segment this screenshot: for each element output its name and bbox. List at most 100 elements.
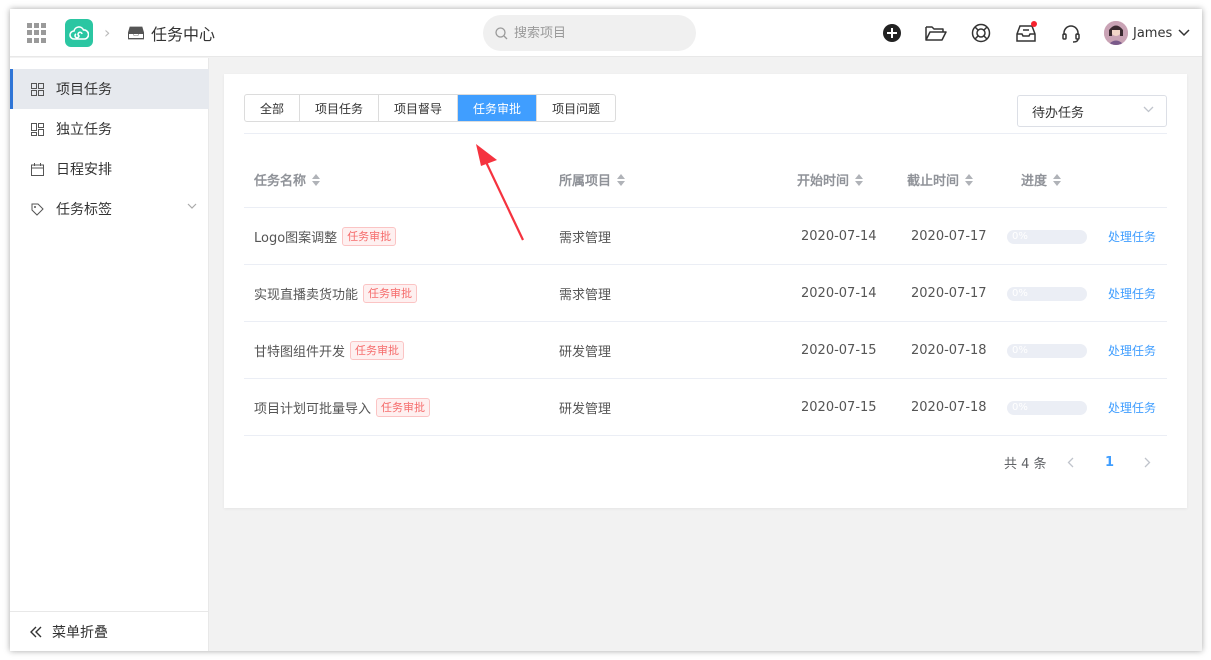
sidebar-item-independent-tasks[interactable]: 独立任务 (10, 109, 209, 149)
end-date: 2020-07-18 (911, 343, 987, 358)
handle-task-link[interactable]: 处理任务 (1108, 285, 1156, 302)
app-window: › 任务中心 James (10, 9, 1202, 651)
avatar (1104, 21, 1128, 45)
search-input[interactable] (514, 25, 674, 41)
search-icon (495, 26, 508, 39)
handle-task-link[interactable]: 处理任务 (1108, 342, 1156, 359)
search-box[interactable] (483, 15, 696, 51)
status-badge: 任务审批 (350, 341, 405, 360)
project-name: 需求管理 (559, 231, 612, 246)
page-number[interactable]: 1 (1105, 450, 1114, 474)
table-row[interactable]: 甘特图组件开发 任务审批 研发管理 2020-07-15 2020-07-18 0… (244, 322, 1167, 379)
start-date: 2020-07-15 (801, 343, 877, 358)
column-header-task-name[interactable]: 任务名称 (254, 170, 321, 189)
sort-icon[interactable] (965, 173, 974, 186)
sort-icon[interactable] (855, 173, 864, 186)
column-header-progress[interactable]: 进度 (1021, 170, 1062, 189)
task-name: 甘特图组件开发 (254, 345, 346, 360)
progress-bar: 0% (1007, 229, 1087, 244)
progress-bar: 0% (1007, 286, 1087, 301)
breadcrumb-chevron-icon: › (104, 23, 111, 42)
column-header-label: 所属项目 (559, 174, 612, 189)
menu-collapse-button[interactable]: 菜单折叠 (10, 611, 209, 651)
task-filter-select[interactable]: 待办任务 (1017, 95, 1167, 127)
task-tabs: 全部 项目任务 项目督导 任务审批 项目问题 (244, 94, 617, 122)
task-name: 项目计划可批量导入 (254, 402, 372, 417)
start-date: 2020-07-14 (801, 286, 877, 301)
column-header-start-time[interactable]: 开始时间 (797, 170, 864, 189)
chevron-right-icon (1144, 457, 1150, 467)
tab-project-tasks[interactable]: 项目任务 (300, 95, 380, 121)
calendar-icon (30, 162, 44, 176)
sort-icon[interactable] (617, 173, 626, 186)
grid-icon (30, 82, 44, 96)
status-badge: 任务审批 (376, 398, 431, 417)
tab-project-issues[interactable]: 项目问题 (537, 95, 615, 121)
end-date: 2020-07-17 (911, 286, 987, 301)
end-date: 2020-07-18 (911, 400, 987, 415)
table-row[interactable]: 实现直播卖货功能 任务审批 需求管理 2020-07-14 2020-07-17 … (244, 265, 1167, 322)
column-header-label: 任务名称 (254, 174, 307, 189)
breadcrumb-title: 任务中心 (151, 25, 216, 44)
handle-task-link[interactable]: 处理任务 (1108, 399, 1156, 416)
top-header: › 任务中心 James (10, 9, 1202, 57)
chevron-down-icon (1143, 106, 1154, 113)
task-filter-value: 待办任务 (1032, 105, 1085, 121)
prev-page-button[interactable] (1060, 450, 1080, 474)
inbox-icon (127, 25, 145, 44)
task-name: Logo图案调整 (254, 231, 338, 246)
sort-icon[interactable] (312, 173, 321, 186)
project-name: 研发管理 (559, 402, 612, 417)
tab-divider (244, 133, 1167, 134)
pagination-total: 共 4 条 (1004, 456, 1047, 472)
progress-bar: 0% (1007, 343, 1087, 358)
column-header-label: 开始时间 (797, 174, 850, 189)
tab-all[interactable]: 全部 (245, 95, 301, 121)
table-row[interactable]: 项目计划可批量导入 任务审批 研发管理 2020-07-15 2020-07-18… (244, 379, 1167, 436)
tag-icon (30, 202, 44, 216)
project-name: 研发管理 (559, 345, 612, 360)
column-header-label: 进度 (1021, 174, 1048, 189)
handle-task-link[interactable]: 处理任务 (1108, 228, 1156, 245)
inbox-notification-icon[interactable] (1015, 21, 1037, 44)
chevron-down-icon (1178, 29, 1190, 37)
chevron-down-icon (187, 203, 197, 209)
column-header-project[interactable]: 所属项目 (559, 170, 626, 189)
sidebar-item-label: 项目任务 (56, 82, 112, 98)
sidebar-item-schedule[interactable]: 日程安排 (10, 149, 209, 189)
tab-project-supervision[interactable]: 项目督导 (379, 95, 459, 121)
column-header-end-time[interactable]: 截止时间 (907, 170, 974, 189)
headset-icon[interactable] (1060, 22, 1082, 44)
user-menu[interactable]: James (1104, 21, 1190, 45)
cloud-logo-icon[interactable] (65, 19, 93, 47)
table-row[interactable]: Logo图案调整 任务审批 需求管理 2020-07-14 2020-07-17 … (244, 208, 1167, 265)
app-grid-icon[interactable] (27, 23, 47, 43)
folder-open-icon[interactable] (925, 22, 947, 44)
progress-bar: 0% (1007, 400, 1087, 415)
sidebar-item-label: 日程安排 (56, 162, 112, 178)
sort-icon[interactable] (1053, 173, 1062, 186)
chevron-left-icon (1067, 457, 1073, 467)
notification-dot (1031, 21, 1037, 27)
user-name: James (1133, 25, 1173, 41)
sidebar-item-task-tags[interactable]: 任务标签 (10, 189, 209, 229)
double-chevron-left-icon (30, 626, 42, 637)
start-date: 2020-07-15 (801, 400, 877, 415)
add-circle-icon[interactable] (881, 22, 903, 44)
sidebar: 项目任务 独立任务 日程安排 任务标签 菜单折叠 (10, 58, 209, 651)
next-page-button[interactable] (1137, 450, 1157, 474)
task-card: 全部 项目任务 项目督导 任务审批 项目问题 待办任务 任务名称 所属项目 开始… (224, 74, 1187, 508)
status-badge: 任务审批 (363, 284, 418, 303)
status-badge: 任务审批 (342, 227, 397, 246)
sidebar-item-label: 任务标签 (56, 202, 112, 218)
sidebar-item-label: 独立任务 (56, 122, 112, 138)
column-header-label: 截止时间 (907, 174, 960, 189)
tab-task-approval[interactable]: 任务审批 (458, 95, 538, 121)
lifebuoy-icon[interactable] (970, 22, 992, 44)
dashboard-icon (30, 122, 44, 136)
end-date: 2020-07-17 (911, 229, 987, 244)
project-name: 需求管理 (559, 288, 612, 303)
annotation-arrow-icon (476, 144, 524, 241)
start-date: 2020-07-14 (801, 229, 877, 244)
sidebar-item-project-tasks[interactable]: 项目任务 (10, 69, 209, 109)
